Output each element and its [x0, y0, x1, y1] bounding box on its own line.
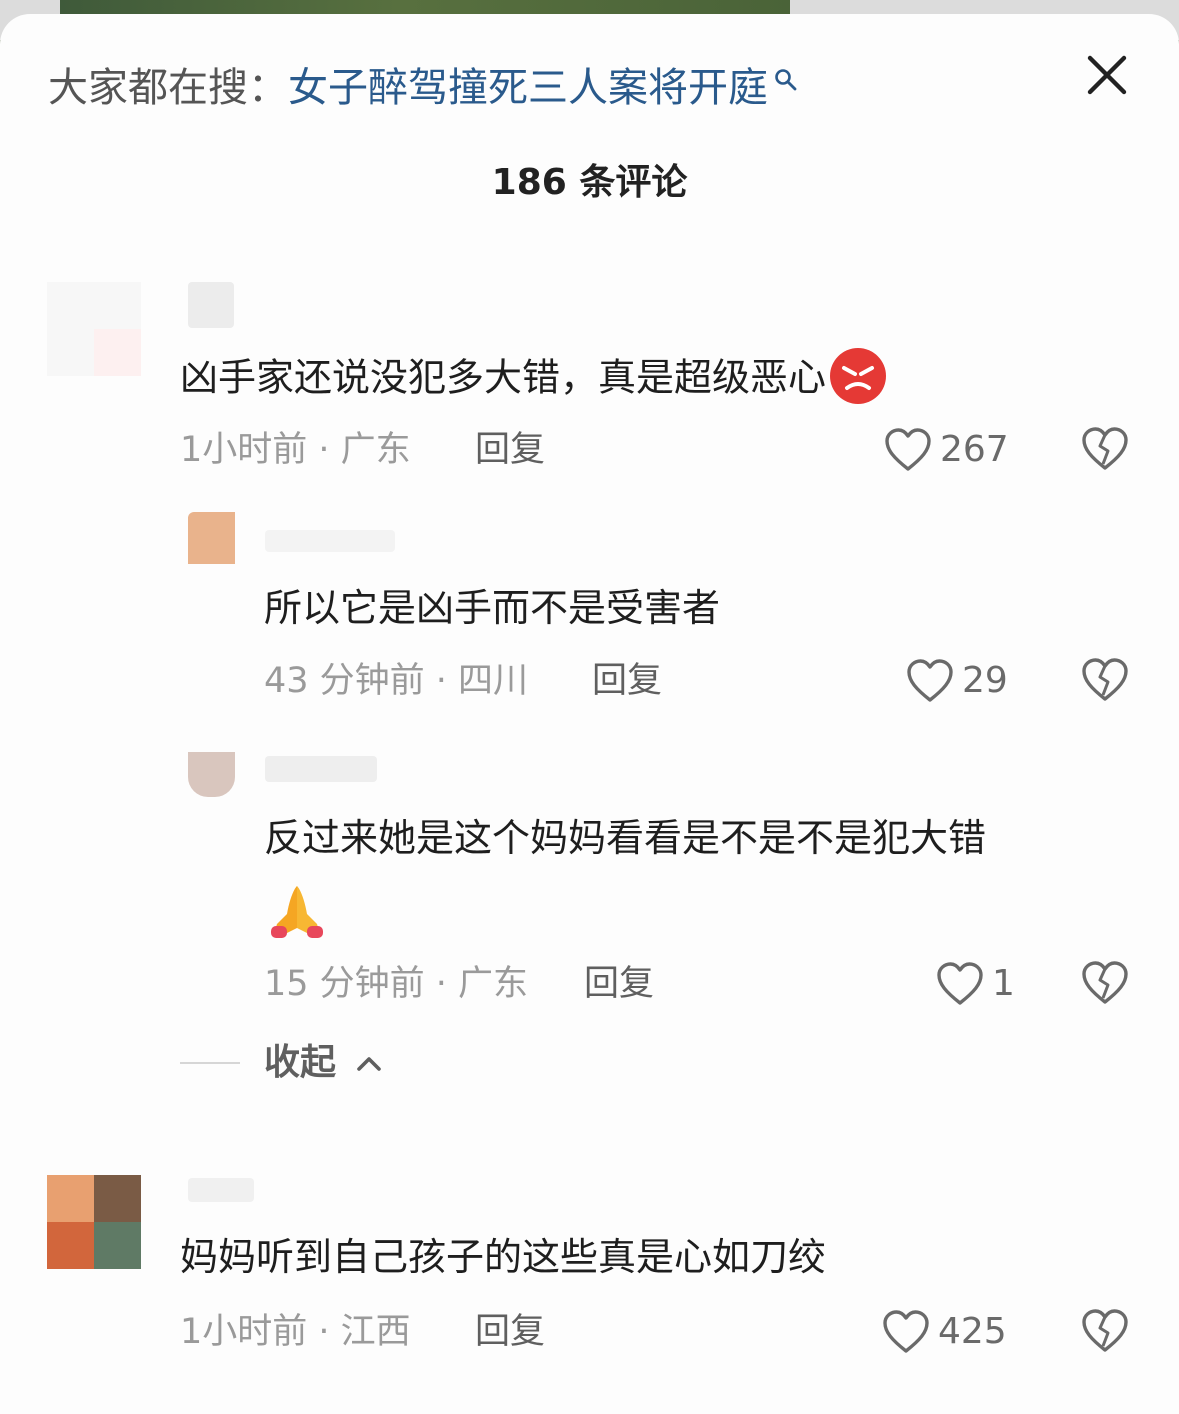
collapse-replies-button[interactable]: 收起: [264, 1040, 383, 1086]
comment-meta: 1小时前 · 江西: [180, 1312, 411, 1352]
comment-text-content: 凶手家还说没犯多大错，真是超级恶心: [180, 355, 827, 400]
comment-text: 凶手家还说没犯多大错，真是超级恶心: [180, 348, 887, 408]
reply-button[interactable]: 回复: [584, 962, 654, 1006]
username-redacted[interactable]: [265, 756, 377, 782]
username-redacted[interactable]: [265, 530, 395, 552]
folded-hands-emoji: [271, 886, 323, 938]
reply-button[interactable]: 回复: [475, 1310, 545, 1354]
comment-text: 所以它是凶手而不是受害者: [264, 586, 721, 630]
angry-face-emoji: [830, 348, 887, 404]
like-button[interactable]: 267: [884, 425, 1009, 475]
collapse-label: 收起: [264, 1042, 337, 1083]
comment-text: 反过来她是这个妈妈看看是不是不是犯大错: [264, 816, 987, 860]
search-icon[interactable]: [774, 68, 798, 92]
broken-heart-icon[interactable]: [1080, 1306, 1130, 1356]
like-count: 425: [938, 1311, 1007, 1352]
reply-button[interactable]: 回复: [475, 428, 545, 472]
avatar[interactable]: [188, 752, 235, 797]
collapse-divider: [180, 1062, 240, 1064]
heart-outline-icon: [883, 1310, 929, 1353]
comment-count-title: 186 条评论: [491, 162, 688, 203]
like-button[interactable]: 29: [906, 656, 1008, 706]
comment-meta: 15 分钟前 · 广东: [264, 964, 529, 1004]
like-count: 267: [940, 429, 1009, 470]
broken-heart-icon[interactable]: [1080, 424, 1130, 474]
broken-heart-icon[interactable]: [1080, 958, 1130, 1008]
reply-button[interactable]: 回复: [592, 659, 662, 703]
like-count: 1: [992, 963, 1015, 1004]
like-button[interactable]: 425: [882, 1307, 1007, 1357]
trending-search-bar[interactable]: 大家都在搜：女子醉驾撞死三人案将开庭: [48, 62, 798, 114]
heart-outline-icon: [937, 962, 983, 1005]
avatar[interactable]: [47, 282, 141, 376]
comment-sheet: [0, 14, 1179, 1414]
trending-search-term[interactable]: 女子醉驾撞死三人案将开庭: [288, 65, 768, 111]
comment-text: 妈妈听到自己孩子的这些真是心如刀绞: [180, 1235, 827, 1279]
trending-search-prefix: 大家都在搜：: [48, 65, 288, 111]
comment-meta: 1小时前 · 广东: [180, 430, 411, 470]
chevron-up-icon: [356, 1057, 381, 1071]
comment-meta: 43 分钟前 · 四川: [264, 661, 529, 701]
broken-heart-icon[interactable]: [1080, 655, 1130, 705]
close-icon[interactable]: [1084, 52, 1130, 98]
angry-face-icon: [842, 366, 875, 390]
avatar[interactable]: [47, 1175, 141, 1269]
username-redacted[interactable]: [188, 1178, 254, 1202]
avatar[interactable]: [188, 512, 235, 564]
like-count: 29: [962, 660, 1008, 701]
heart-outline-icon: [907, 659, 953, 702]
like-button[interactable]: 1: [936, 959, 1015, 1009]
username-redacted[interactable]: [188, 282, 234, 328]
heart-outline-icon: [885, 428, 931, 471]
